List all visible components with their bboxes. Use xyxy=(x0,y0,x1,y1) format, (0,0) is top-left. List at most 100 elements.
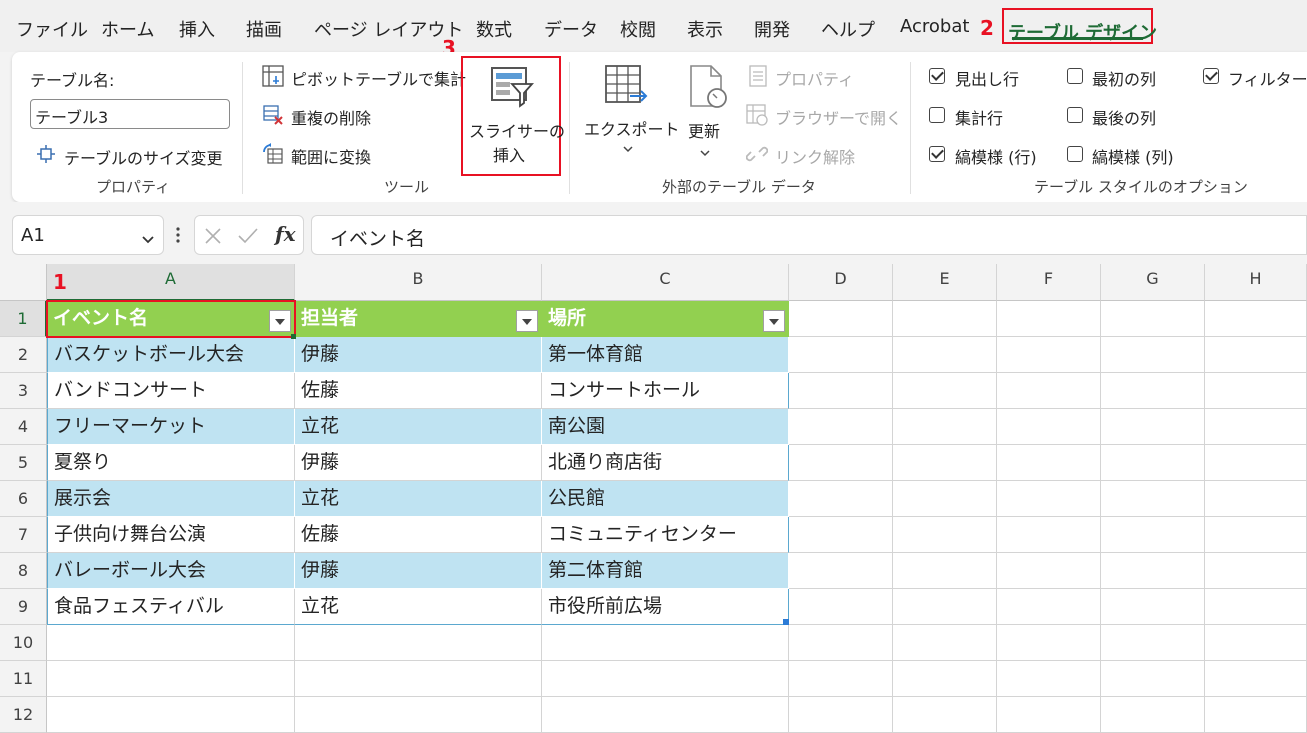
empty-cell[interactable] xyxy=(1101,661,1205,697)
empty-cell[interactable] xyxy=(1101,517,1205,553)
empty-cell[interactable] xyxy=(542,697,789,733)
properties-button[interactable]: プロパティ xyxy=(775,66,854,90)
empty-cell[interactable] xyxy=(1205,373,1307,409)
table-row-cell[interactable]: 立花 xyxy=(295,589,542,625)
empty-cell[interactable] xyxy=(893,553,997,589)
row-header-11[interactable]: 11 xyxy=(0,661,47,697)
row-header-8[interactable]: 8 xyxy=(0,553,47,589)
worksheet-grid[interactable]: A B C D E F G H 1 1 2 3 4 5 6 7 8 9 10 11 12 イベント名担… xyxy=(0,264,1307,733)
empty-cell[interactable] xyxy=(893,409,997,445)
more-options-icon[interactable] xyxy=(175,226,181,248)
select-all-corner[interactable] xyxy=(0,264,47,301)
empty-cell[interactable] xyxy=(997,409,1101,445)
table-resize-handle[interactable] xyxy=(783,619,789,625)
empty-cell[interactable] xyxy=(295,661,542,697)
empty-cell[interactable] xyxy=(997,373,1101,409)
table-row-cell[interactable]: 第一体育館 xyxy=(542,337,789,373)
empty-cell[interactable] xyxy=(789,337,893,373)
empty-cell[interactable] xyxy=(47,697,295,733)
empty-cell[interactable] xyxy=(789,517,893,553)
empty-cell[interactable] xyxy=(893,373,997,409)
tab-review[interactable]: 校閲 xyxy=(620,16,656,42)
empty-cell[interactable] xyxy=(1205,553,1307,589)
table-row-cell[interactable]: 立花 xyxy=(295,481,542,517)
tab-home[interactable]: ホーム xyxy=(101,16,154,42)
empty-cell[interactable] xyxy=(997,445,1101,481)
tab-view[interactable]: 表示 xyxy=(687,16,723,42)
table-row-cell[interactable]: 立花 xyxy=(295,409,542,445)
resize-table-button[interactable]: テーブルのサイズ変更 xyxy=(64,145,223,169)
enter-icon[interactable] xyxy=(237,227,259,249)
empty-cell[interactable] xyxy=(1101,589,1205,625)
table-row-cell[interactable]: バレーボール大会 xyxy=(47,553,295,589)
remove-duplicates-button[interactable]: 重複の削除 xyxy=(291,105,371,129)
tab-insert[interactable]: 挿入 xyxy=(179,16,215,42)
chevron-down-icon[interactable] xyxy=(141,230,155,249)
empty-cell[interactable] xyxy=(1101,481,1205,517)
empty-cell[interactable] xyxy=(1101,301,1205,337)
empty-cell[interactable] xyxy=(997,589,1101,625)
formula-input[interactable]: イベント名 xyxy=(311,215,1307,255)
empty-cell[interactable] xyxy=(893,301,997,337)
empty-cell[interactable] xyxy=(295,697,542,733)
tab-data[interactable]: データ xyxy=(544,16,598,42)
table-row-cell[interactable]: 市役所前広場 xyxy=(542,589,789,625)
empty-cell[interactable] xyxy=(1205,661,1307,697)
empty-cell[interactable] xyxy=(1205,589,1307,625)
empty-cell[interactable] xyxy=(1205,337,1307,373)
column-header-h[interactable]: H xyxy=(1205,264,1307,301)
empty-cell[interactable] xyxy=(1101,553,1205,589)
empty-cell[interactable] xyxy=(893,337,997,373)
empty-cell[interactable] xyxy=(893,481,997,517)
tab-file[interactable]: ファイル xyxy=(16,16,88,42)
insert-slicer-button[interactable]: スライサーの 挿入 xyxy=(461,56,565,176)
empty-cell[interactable] xyxy=(997,301,1101,337)
empty-cell[interactable] xyxy=(789,373,893,409)
empty-cell[interactable] xyxy=(1101,445,1205,481)
empty-cell[interactable] xyxy=(997,481,1101,517)
filter-dropdown-button[interactable] xyxy=(516,310,538,332)
fill-handle[interactable] xyxy=(291,334,296,339)
table-row-cell[interactable]: 公民館 xyxy=(542,481,789,517)
table-row-cell[interactable]: 伊藤 xyxy=(295,553,542,589)
empty-cell[interactable] xyxy=(1205,697,1307,733)
table-row-cell[interactable]: 食品フェスティバル xyxy=(47,589,295,625)
empty-cell[interactable] xyxy=(542,625,789,661)
row-header-2[interactable]: 2 xyxy=(0,337,47,373)
table-row-cell[interactable]: コミュニティセンター xyxy=(542,517,789,553)
table-row-cell[interactable]: 北通り商店街 xyxy=(542,445,789,481)
column-header-c[interactable]: C xyxy=(542,264,789,301)
table-row-cell[interactable]: 伊藤 xyxy=(295,337,542,373)
tab-formulas[interactable]: 数式 xyxy=(476,16,512,42)
empty-cell[interactable] xyxy=(1101,625,1205,661)
empty-cell[interactable] xyxy=(1101,697,1205,733)
empty-cell[interactable] xyxy=(893,625,997,661)
empty-cell[interactable] xyxy=(1205,517,1307,553)
empty-cell[interactable] xyxy=(789,445,893,481)
empty-cell[interactable] xyxy=(789,301,893,337)
empty-cell[interactable] xyxy=(789,589,893,625)
last-column-checkbox[interactable] xyxy=(1067,107,1083,123)
table-row-cell[interactable]: 子供向け舞台公演 xyxy=(47,517,295,553)
banded-columns-checkbox[interactable] xyxy=(1067,146,1083,162)
empty-cell[interactable] xyxy=(997,337,1101,373)
tab-draw[interactable]: 描画 xyxy=(246,16,282,42)
empty-cell[interactable] xyxy=(1205,445,1307,481)
tab-help[interactable]: ヘルプ xyxy=(821,16,875,42)
header-row-checkbox[interactable] xyxy=(929,68,945,84)
column-header-f[interactable]: F xyxy=(997,264,1101,301)
table-row-cell[interactable]: 南公園 xyxy=(542,409,789,445)
table-header-cell[interactable]: 担当者 xyxy=(295,301,542,337)
empty-cell[interactable] xyxy=(997,661,1101,697)
row-header-6[interactable]: 6 xyxy=(0,481,47,517)
row-header-7[interactable]: 7 xyxy=(0,517,47,553)
filter-dropdown-button[interactable] xyxy=(763,310,785,332)
convert-to-range-button[interactable]: 範囲に変換 xyxy=(291,144,371,168)
table-row-cell[interactable]: 伊藤 xyxy=(295,445,542,481)
empty-cell[interactable] xyxy=(997,625,1101,661)
column-header-b[interactable]: B xyxy=(295,264,542,301)
row-header-5[interactable]: 5 xyxy=(0,445,47,481)
empty-cell[interactable] xyxy=(997,697,1101,733)
column-header-e[interactable]: E xyxy=(893,264,997,301)
empty-cell[interactable] xyxy=(542,661,789,697)
